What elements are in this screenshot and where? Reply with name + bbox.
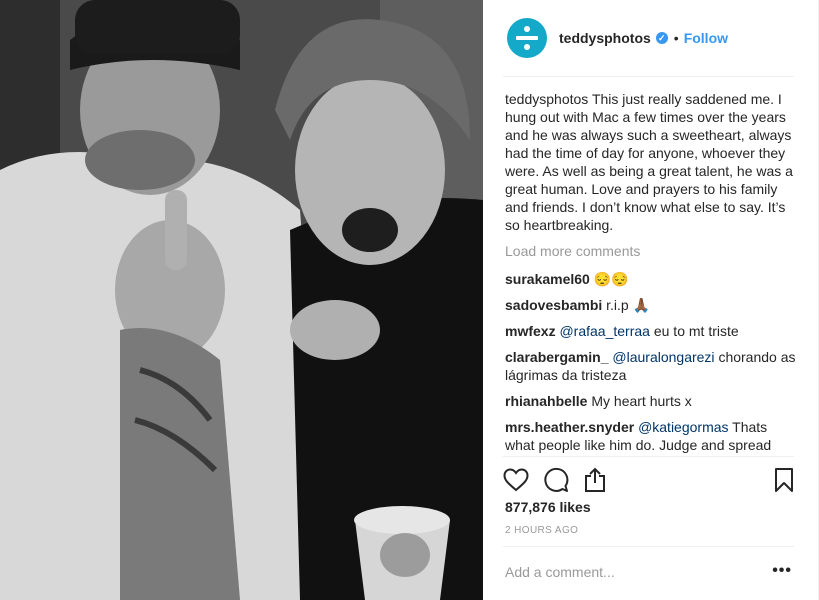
comment-item: mwfexz @rafaa_terraa eu to mt triste [505, 322, 799, 340]
comment-text: r.i.p 🙏🏾 [606, 297, 651, 313]
comment-text: My heart hurts x [591, 393, 692, 409]
caption-text: This just really saddened me. I hung out… [505, 91, 793, 233]
save-button[interactable] [762, 464, 794, 496]
comment-mention-link[interactable]: @rafaa_terraa [559, 323, 649, 339]
follow-button[interactable]: Follow [684, 30, 728, 46]
post-caption: teddysphotos This just really saddened m… [505, 90, 799, 234]
post-side-panel: teddysphotos ✓ • Follow teddysphotos Thi… [483, 0, 819, 600]
comment-username[interactable]: sadovesbambi [505, 297, 602, 313]
actions-divider [503, 456, 794, 457]
comment-text: 😔😔 [593, 271, 629, 287]
heart-icon [503, 468, 529, 492]
comment-username[interactable]: surakamel60 [505, 271, 590, 287]
like-button[interactable] [503, 464, 535, 496]
add-comment-input[interactable] [505, 560, 765, 584]
post-timestamp[interactable]: 2 HOURS AGO [505, 525, 578, 536]
divide-logo-dot [524, 44, 530, 50]
comment-box-divider [503, 546, 794, 547]
comments-list: teddysphotos This just really saddened m… [505, 90, 799, 460]
comment-button[interactable] [543, 464, 575, 496]
comment-item: surakamel60 😔😔 [505, 270, 799, 288]
post-header: teddysphotos ✓ • Follow [483, 0, 819, 76]
more-options-button[interactable]: ••• [772, 562, 792, 580]
username-link[interactable]: teddysphotos [559, 30, 651, 46]
photo-illustration [0, 0, 483, 600]
share-icon [585, 467, 605, 492]
verified-badge-icon: ✓ [655, 32, 668, 44]
bookmark-icon [775, 468, 793, 492]
comment-mention-link[interactable]: @lauralongarezi [612, 349, 714, 365]
comment-username[interactable]: rhianahbelle [505, 393, 587, 409]
likes-count[interactable]: 877,876 likes [505, 499, 591, 515]
caption-username[interactable]: teddysphotos [505, 91, 588, 107]
share-button[interactable] [583, 464, 615, 496]
comment-username[interactable]: mwfexz [505, 323, 556, 339]
load-more-comments-button[interactable]: Load more comments [505, 242, 799, 260]
separator-dot: • [673, 30, 679, 46]
post-photo [0, 0, 483, 600]
avatar[interactable] [507, 18, 547, 58]
divide-logo-dot [524, 26, 530, 32]
comment-username[interactable]: clarabergamin_ [505, 349, 609, 365]
header-divider [503, 76, 794, 77]
comment-bubble-icon [544, 467, 569, 492]
comment-item: sadovesbambi r.i.p 🙏🏾 [505, 296, 799, 314]
comment-item: mrs.heather.snyder @katiegormas Thats wh… [505, 418, 799, 454]
comment-text: eu to mt triste [653, 323, 739, 339]
comment-mention-link[interactable]: @katiegormas [638, 419, 728, 435]
comment-item: clarabergamin_ @lauralongarezi chorando … [505, 348, 799, 384]
comment-username[interactable]: mrs.heather.snyder [505, 419, 634, 435]
comment-item: rhianahbelle My heart hurts x [505, 392, 799, 410]
divide-logo-bar [516, 36, 538, 40]
action-bar [503, 464, 794, 496]
